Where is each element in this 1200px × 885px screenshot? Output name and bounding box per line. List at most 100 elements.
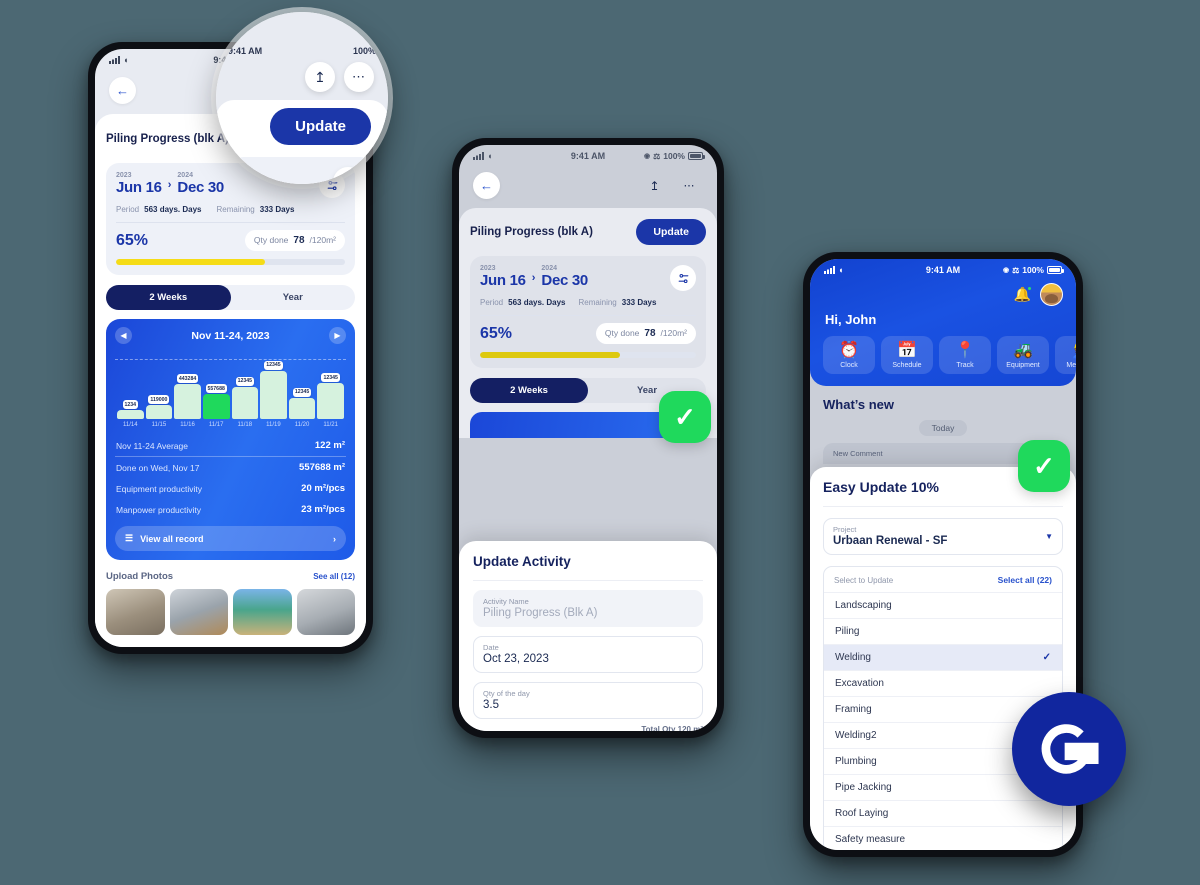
bar-chart-x-axis: 11/14 11/15 11/16 11/17 11/18 11/19 11/20 11/21 <box>115 422 346 428</box>
calendar-icon: 📅 <box>897 342 917 359</box>
stat-value: 20 m²/pcs <box>301 483 345 494</box>
chevron-left-icon[interactable]: ◀ <box>115 327 132 344</box>
photo-thumbnail[interactable] <box>233 589 292 635</box>
activity-option-label: Pipe Jacking <box>835 782 892 793</box>
x-axis-tick-label: 11/17 <box>208 422 224 428</box>
quick-action-members[interactable]: 👷 Members <box>1055 336 1076 374</box>
segment-2-weeks[interactable]: 2 Weeks <box>470 378 588 403</box>
bar[interactable] <box>117 410 144 419</box>
activity-option-row[interactable]: Piling <box>824 618 1062 644</box>
x-axis-tick-label: 11/15 <box>151 422 167 428</box>
photo-thumbnail[interactable] <box>106 589 165 635</box>
date-field[interactable]: Date Oct 23, 2023 <box>473 636 703 673</box>
end-date-block: 2024 Dec 30 <box>541 265 588 289</box>
photo-thumbnail[interactable] <box>169 589 228 635</box>
stat-key: Manpower productivity <box>116 504 202 515</box>
activity-option-row[interactable]: Excavation <box>824 670 1062 696</box>
photo-thumbnail[interactable] <box>296 589 355 635</box>
bar[interactable] <box>174 384 201 419</box>
select-to-update-label: Select to Update <box>834 575 894 585</box>
bell-icon[interactable]: 🔔 <box>1014 286 1032 303</box>
quick-action-label: Clock <box>840 362 858 369</box>
clock-icon: ⏰ <box>839 342 859 359</box>
activity-option-row[interactable]: Roof Laying <box>824 800 1062 826</box>
quick-action-label: Schedule <box>892 362 922 369</box>
quick-action-track[interactable]: 📍 Track <box>939 336 991 374</box>
quick-action-schedule[interactable]: 📅 Schedule <box>881 336 933 374</box>
bar-value-label: 1234 <box>122 400 139 410</box>
segment-2-weeks[interactable]: 2 Weeks <box>106 285 231 310</box>
share-icon[interactable]: ↥ <box>641 172 668 199</box>
quick-action-clock[interactable]: ⏰ Clock <box>823 336 875 374</box>
project-select-field[interactable]: Project Urbaan Renewal - SF ▼ <box>823 518 1063 555</box>
bar-value-label: 12345 <box>321 373 340 383</box>
bar[interactable] <box>202 394 230 419</box>
qty-done-value: 78 <box>644 328 656 339</box>
update-button[interactable]: Update <box>636 219 706 245</box>
phone2-status-bar: ◖ 9:41 AM ◉ ⚖ 100% <box>459 145 717 167</box>
back-button[interactable]: ← <box>109 77 136 104</box>
period-label: Period <box>480 298 504 307</box>
more-dots-icon[interactable]: ⋯ <box>344 62 374 92</box>
upload-photos-title: Upload Photos <box>106 571 174 582</box>
activity-option-label: Framing <box>835 704 872 715</box>
activity-header: Piling Progress (blk A) Update <box>470 219 706 245</box>
select-all-link[interactable]: Select all (22) <box>998 575 1052 585</box>
quick-action-equipment[interactable]: 🚜 Equipment <box>997 336 1049 374</box>
activity-option-row[interactable]: Safety measure <box>824 826 1062 850</box>
chart-card: ◀ Nov 11-24, 2023 ▶ 1234 119000 443284 5576… <box>106 319 355 560</box>
list-icon: ☰ <box>125 533 134 543</box>
qty-done-label: Qty done <box>253 235 289 245</box>
progress-bar-fill <box>116 259 265 265</box>
percent-row: 65% Qty done 78 /120m² <box>480 323 696 344</box>
confirm-check-badge[interactable]: ✓ <box>659 391 711 443</box>
x-axis-tick-label: 11/14 <box>123 422 138 428</box>
stat-row: Manpower productivity 23 m²/pcs <box>115 499 346 520</box>
bar-group: 443284 <box>174 357 201 419</box>
qty-done-pill: Qty done 78 /120m² <box>595 323 696 344</box>
activity-option-label: Excavation <box>835 678 884 689</box>
more-dots-icon[interactable]: ⋯ <box>676 172 703 199</box>
page-title: Piling Progress (blk A) <box>106 133 229 145</box>
see-all-photos-link[interactable]: See all (12) <box>313 572 355 581</box>
stat-key: Equipment productivity <box>116 483 202 494</box>
magnified-update-button[interactable]: Update <box>270 108 371 145</box>
range-segmented-control[interactable]: 2 Weeks Year <box>106 285 355 310</box>
start-year: 2023 <box>480 265 496 272</box>
x-axis-tick-label: 11/21 <box>323 422 338 428</box>
period-meta-row: Period 563 days. Days Remaining 333 Days <box>480 298 696 316</box>
confirm-check-badge[interactable]: ✓ <box>1018 440 1070 492</box>
field-value: Piling Progress (Blk A) <box>483 607 598 619</box>
activity-option-row[interactable]: Welding ✓ <box>824 644 1062 670</box>
stat-key: Done on Wed, Nov 17 <box>116 462 200 473</box>
bar[interactable] <box>260 370 287 419</box>
stat-value: 557688 m² <box>299 462 345 473</box>
quick-actions-row: ⏰ Clock 📅 Schedule 📍 Track 🚜 Equipment 👷 <box>810 336 1076 374</box>
today-pill: Today <box>918 420 968 436</box>
chevron-down-icon[interactable]: ▼ <box>1045 532 1053 541</box>
segment-year[interactable]: Year <box>231 285 356 310</box>
back-button[interactable]: ← <box>473 172 500 199</box>
activity-option-label: Piling <box>835 626 860 637</box>
sheet-title: Update Activity <box>473 554 703 581</box>
percent-complete: 65% <box>480 324 513 342</box>
activity-option-row[interactable]: Landscaping <box>824 592 1062 618</box>
view-all-record-button[interactable]: ☰ View all record › <box>115 526 346 551</box>
field-label: Activity Name <box>483 597 529 606</box>
bar[interactable] <box>317 383 344 419</box>
bar[interactable] <box>145 405 173 419</box>
period-value: 563 days. Days <box>144 205 202 214</box>
logo-glyph <box>1041 724 1099 774</box>
share-icon[interactable]: ↥ <box>305 62 335 92</box>
progress-bar-track <box>116 259 345 265</box>
activity-name-field[interactable]: Activity Name Piling Progress (Blk A) <box>473 590 703 627</box>
sliders-icon[interactable] <box>670 265 696 291</box>
phone3-top-icons: 🔔 <box>810 281 1076 306</box>
bar[interactable] <box>288 397 316 419</box>
qty-of-day-field[interactable]: Qty of the day 3.5 <box>473 682 703 719</box>
phone2-nav-bar: ← ↥ ⋯ <box>459 167 717 208</box>
chevron-right-icon[interactable]: ▶ <box>328 327 346 344</box>
avatar[interactable] <box>1040 283 1063 306</box>
activity-option-label: Plumbing <box>835 756 877 767</box>
bar[interactable] <box>231 386 259 419</box>
